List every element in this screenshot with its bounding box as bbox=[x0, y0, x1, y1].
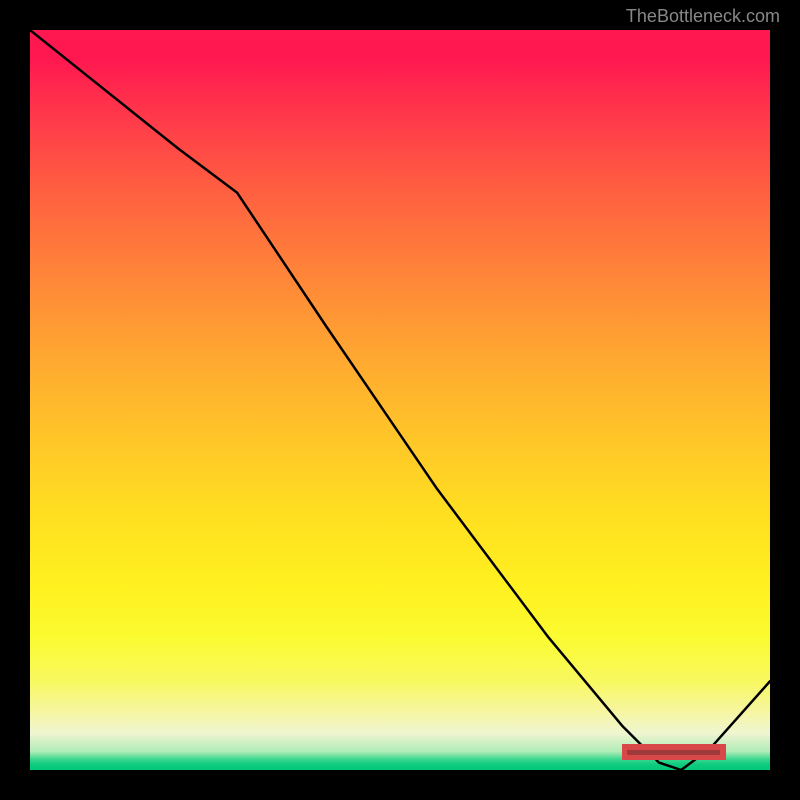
watermark-text: TheBottleneck.com bbox=[626, 6, 780, 27]
optimal-range-marker bbox=[622, 744, 726, 760]
bottleneck-curve bbox=[30, 30, 770, 770]
curve-svg bbox=[30, 30, 770, 770]
plot-area bbox=[30, 30, 770, 770]
marker-inner bbox=[627, 750, 720, 755]
